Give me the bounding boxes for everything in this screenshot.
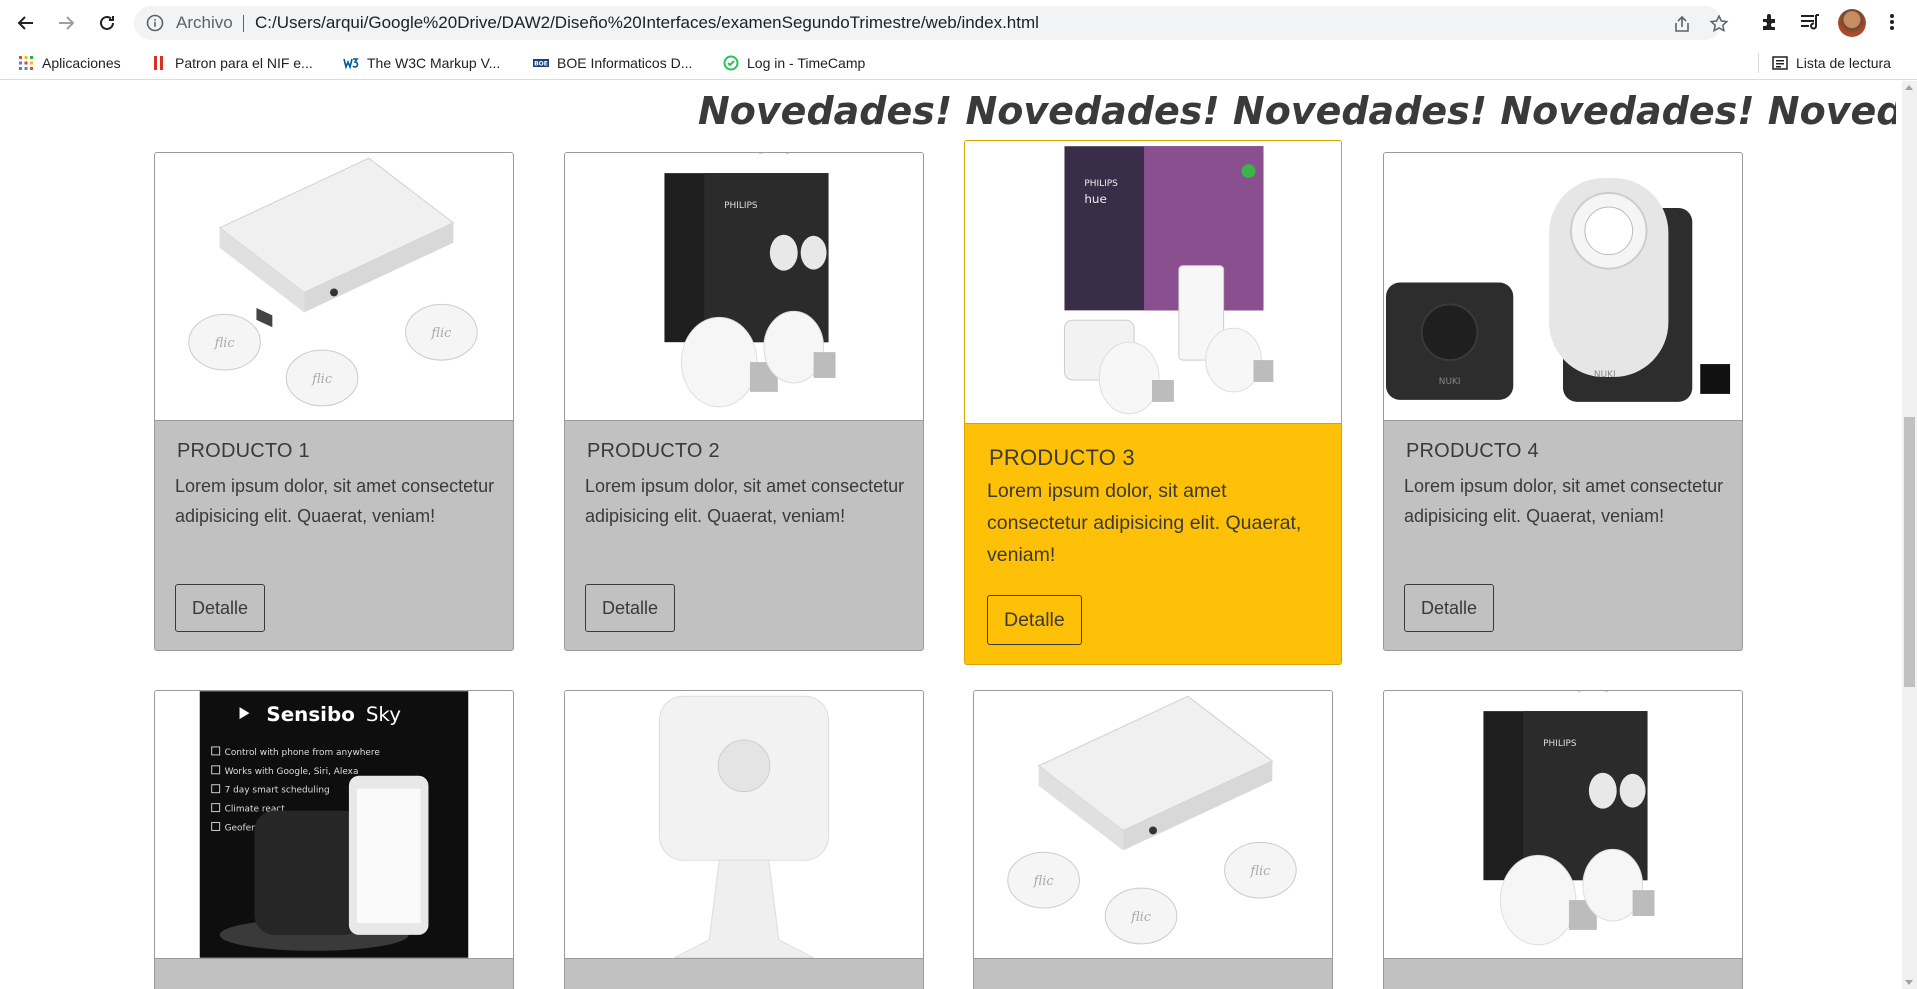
product-card-6 xyxy=(564,690,924,989)
bookmark-label: BOE Informaticos D... xyxy=(557,55,693,71)
svg-text:BOE: BOE xyxy=(534,61,548,68)
product-card-2: PHILIPS PRODUCTO 2 Lorem ipsum dolor, si… xyxy=(564,152,924,651)
bookmark-label: The W3C Markup V... xyxy=(367,55,501,71)
menu-icon[interactable] xyxy=(1881,11,1903,33)
product-image-sensibo-sky: Sensibo Sky Control with phone from anyw… xyxy=(155,691,513,959)
flic-label: flic xyxy=(1249,864,1270,879)
bookmark-label: Log in - TimeCamp xyxy=(747,55,866,71)
extensions-icon[interactable] xyxy=(1759,11,1781,33)
bookmarks-divider xyxy=(1758,53,1759,73)
sensibo-feature: Control with phone from anywhere xyxy=(225,748,381,758)
detalle-button[interactable]: Detalle xyxy=(585,584,676,632)
share-icon[interactable] xyxy=(1672,14,1692,34)
bookmark-boe[interactable]: BOE BOE Informaticos D... xyxy=(533,53,692,73)
flic-label: flic xyxy=(1033,874,1054,889)
reading-list-link[interactable]: Lista de lectura xyxy=(1772,53,1891,73)
page-viewport: Novedades! Novedades! Novedades! Novedad… xyxy=(0,81,1917,989)
product-title: PRODUCTO 3 xyxy=(989,445,1135,470)
scroll-down-arrow-icon[interactable] xyxy=(1905,980,1913,985)
flic-label: flic xyxy=(311,372,332,387)
list-icon xyxy=(1772,56,1788,70)
address-bar[interactable]: Archivo C:/Users/arqui/Google%20Drive/DA… xyxy=(134,6,1729,40)
product-card-4: NUKI NUKI PRODUCTO 4 Lorem ipsum dolor, … xyxy=(1383,152,1743,651)
product-description: Lorem ipsum dolor, sit amet consectetur … xyxy=(175,476,495,526)
reading-list-label: Lista de lectura xyxy=(1796,55,1891,71)
browser-toolbar: Archivo C:/Users/arqui/Google%20Drive/DA… xyxy=(0,0,1917,46)
flic-label: flic xyxy=(430,326,451,341)
sensibo-feature: 7 day smart scheduling xyxy=(225,786,330,796)
bookmark-label: Patron para el NIF e... xyxy=(175,55,313,71)
star-icon[interactable] xyxy=(1709,14,1729,34)
boe-icon: BOE xyxy=(533,59,549,68)
product-image-flic-hub: flic flic flic xyxy=(974,691,1332,959)
philips-label: PHILIPS xyxy=(1543,739,1577,749)
forward-arrow-icon[interactable] xyxy=(52,9,80,37)
product-description: Lorem ipsum dolor, sit amet consectetur … xyxy=(1404,476,1724,526)
product-card-1: flic flic flic PRODUCTO 1 Lorem ipsum do… xyxy=(154,152,514,651)
bookmark-aplicaciones[interactable]: Aplicaciones xyxy=(18,53,121,73)
product-image-hue-white: PHILIPS xyxy=(565,153,923,421)
product-title: PRODUCTO 2 xyxy=(587,440,720,462)
url-text[interactable]: C:/Users/arqui/Google%20Drive/DAW2/Diseñ… xyxy=(255,13,1039,33)
product-image-nuki-lock: NUKI NUKI xyxy=(1384,153,1742,421)
detalle-button[interactable]: Detalle xyxy=(175,584,266,632)
bookmark-timecamp[interactable]: Log in - TimeCamp xyxy=(723,53,865,73)
novedades-marquee: Novedades! Novedades! Novedades! Novedad… xyxy=(698,89,1896,133)
product-card-5: Sensibo Sky Control with phone from anyw… xyxy=(154,690,514,989)
back-arrow-icon[interactable] xyxy=(12,9,40,37)
product-image-flic-hub: flic flic flic xyxy=(155,153,513,421)
flic-label: flic xyxy=(214,336,235,351)
product-card-8: PHILIPS xyxy=(1383,690,1743,989)
separator xyxy=(243,15,244,32)
sensibo-brand: Sensibo xyxy=(266,703,354,726)
detalle-button[interactable]: Detalle xyxy=(987,595,1082,645)
nuki-label: NUKI xyxy=(1594,370,1616,380)
scheme-label: Archivo xyxy=(176,13,233,32)
product-image-hue-white: PHILIPS xyxy=(1384,691,1742,959)
reading-list-icon[interactable] xyxy=(1799,11,1821,33)
w3c-icon xyxy=(343,58,359,70)
bookmarks-bar: Aplicaciones Patron para el NIF e... The… xyxy=(0,46,1917,80)
bookmark-label: Aplicaciones xyxy=(42,55,121,71)
product-image-hue-color-kit: PHILIPS hue xyxy=(965,141,1341,424)
nuki-label: NUKI xyxy=(1439,377,1461,387)
reload-icon[interactable] xyxy=(93,9,121,37)
product-card-3: PHILIPS hue PRODUCTO 3 Lorem ipsum dolor… xyxy=(964,140,1342,665)
avatar[interactable] xyxy=(1838,9,1866,37)
product-title: PRODUCTO 1 xyxy=(177,440,310,462)
product-description: Lorem ipsum dolor, sit amet consectetur … xyxy=(987,480,1302,566)
sensibo-feature: Works with Google, Siri, Alexa xyxy=(225,767,359,777)
apps-grid-icon xyxy=(19,56,33,70)
philips-label: PHILIPS xyxy=(1084,179,1118,189)
scroll-up-arrow-icon[interactable] xyxy=(1905,85,1913,90)
detalle-button[interactable]: Detalle xyxy=(1404,584,1495,632)
sensibo-model: Sky xyxy=(366,703,401,726)
red-bars-icon xyxy=(154,56,163,70)
timecamp-icon xyxy=(723,55,739,71)
product-image-motion-sensor xyxy=(565,691,923,959)
page-scrollbar[interactable] xyxy=(1902,81,1917,989)
scrollbar-thumb[interactable] xyxy=(1904,417,1915,687)
info-icon[interactable] xyxy=(146,14,164,32)
bookmark-w3c[interactable]: The W3C Markup V... xyxy=(343,53,500,73)
product-title: PRODUCTO 4 xyxy=(1406,440,1539,462)
product-description: Lorem ipsum dolor, sit amet consectetur … xyxy=(585,476,905,526)
philips-label: PHILIPS xyxy=(724,201,758,211)
flic-label: flic xyxy=(1130,910,1151,925)
bookmark-patron-nif[interactable]: Patron para el NIF e... xyxy=(151,53,313,73)
hue-label: hue xyxy=(1084,192,1106,206)
product-card-7: flic flic flic xyxy=(973,690,1333,989)
